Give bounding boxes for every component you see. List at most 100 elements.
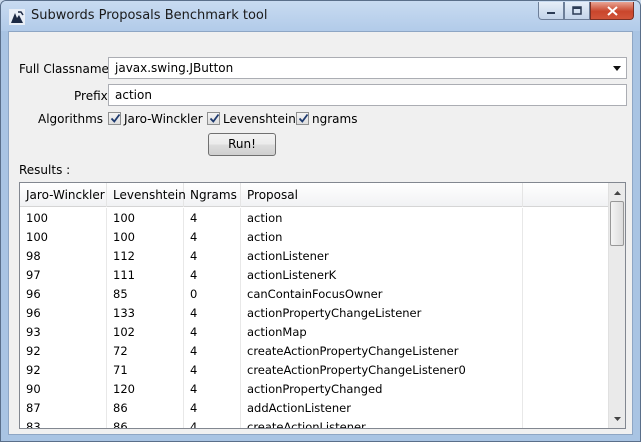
levenshtein-cell: 86 [107, 398, 184, 417]
jaro-winckler-cell: 92 [20, 360, 107, 379]
empty-cell [523, 303, 609, 322]
scroll-down-button[interactable] [609, 410, 625, 427]
checkmark-icon [110, 113, 121, 123]
checkbox-jaro-winckler[interactable] [108, 112, 121, 125]
arrow-down-icon [613, 416, 621, 421]
empty-cell [523, 227, 609, 246]
proposal-cell: addActionListener [241, 398, 523, 417]
jaro-winckler-cell: 98 [20, 246, 107, 265]
classname-combobox[interactable]: javax.swing.JButton [108, 57, 627, 79]
ngrams-cell: 4 [184, 398, 241, 417]
table-row[interactable]: 92 72 4 createActionPropertyChangeListener [20, 341, 609, 360]
levenshtein-cell: 133 [107, 303, 184, 322]
table-row[interactable]: 100 100 4 action [20, 227, 609, 246]
empty-cell [523, 341, 609, 360]
empty-cell [523, 322, 609, 341]
table-row[interactable]: 92 71 4 createActionPropertyChangeListener0 [20, 360, 609, 379]
column-header-proposal[interactable]: Proposal [241, 183, 523, 207]
table-row[interactable]: 90 120 4 actionPropertyChanged [20, 379, 609, 398]
proposal-cell: createActionPropertyChangeListener0 [241, 360, 523, 379]
levenshtein-cell: 100 [107, 208, 184, 227]
proposal-cell: actionListenerK [241, 265, 523, 284]
jaro-winckler-cell: 93 [20, 322, 107, 341]
jaro-winckler-cell: 100 [20, 227, 107, 246]
proposal-cell: actionMap [241, 322, 523, 341]
levenshtein-cell: 111 [107, 265, 184, 284]
table-row[interactable]: 98 112 4 actionListener [20, 246, 609, 265]
table-row[interactable]: 96 133 4 actionPropertyChangeListener [20, 303, 609, 322]
minimize-button[interactable] [538, 2, 564, 20]
scrollbar-thumb[interactable] [610, 201, 624, 246]
table-row[interactable]: 93 102 4 actionMap [20, 322, 609, 341]
chevron-down-icon[interactable] [613, 66, 621, 71]
arrow-up-icon [613, 190, 621, 195]
ngrams-cell: 4 [184, 379, 241, 398]
checkmark-icon [209, 113, 220, 123]
ngrams-cell: 0 [184, 284, 241, 303]
prefix-input[interactable]: action [108, 84, 627, 106]
ngrams-cell: 4 [184, 303, 241, 322]
levenshtein-cell: 71 [107, 360, 184, 379]
ngrams-label[interactable]: ngrams [312, 112, 357, 126]
levenshtein-cell: 72 [107, 341, 184, 360]
ngrams-cell: 4 [184, 208, 241, 227]
jaro-winckler-cell: 87 [20, 398, 107, 417]
table-body: 100 100 4 action 100 100 4 action 98 112 4 actionLi… [20, 208, 609, 428]
table-header: Jaro-Winckler Levenshtein Ngrams Proposa… [20, 183, 609, 207]
maximize-button[interactable] [564, 2, 590, 20]
column-header-jaro-winckler[interactable]: Jaro-Winckler [20, 183, 107, 207]
java-icon [9, 9, 25, 25]
levenshtein-label[interactable]: Levenshtein [223, 112, 296, 126]
levenshtein-cell: 112 [107, 246, 184, 265]
proposal-cell: createActionListener [241, 417, 523, 428]
checkmark-icon [298, 113, 309, 123]
checkbox-levenshtein[interactable] [207, 112, 220, 125]
proposal-cell: action [241, 208, 523, 227]
close-button[interactable] [590, 2, 634, 20]
run-button[interactable]: Run! [208, 133, 276, 156]
jaro-winckler-label[interactable]: Jaro-Winckler [124, 112, 203, 126]
ngrams-cell: 4 [184, 227, 241, 246]
checkbox-ngrams[interactable] [296, 112, 309, 125]
minimize-icon [547, 11, 555, 14]
results-table[interactable]: Jaro-Winckler Levenshtein Ngrams Proposa… [19, 182, 626, 429]
column-header-empty [523, 183, 609, 207]
levenshtein-cell: 102 [107, 322, 184, 341]
table-row[interactable]: 87 86 4 addActionListener [20, 398, 609, 417]
jaro-winckler-cell: 97 [20, 265, 107, 284]
proposal-cell: action [241, 227, 523, 246]
jaro-winckler-cell: 96 [20, 303, 107, 322]
ngrams-cell: 4 [184, 246, 241, 265]
jaro-winckler-cell: 100 [20, 208, 107, 227]
levenshtein-cell: 85 [107, 284, 184, 303]
levenshtein-cell: 86 [107, 417, 184, 428]
title-bar[interactable]: Subwords Proposals Benchmark tool [1, 1, 640, 31]
app-window: Subwords Proposals Benchmark tool Full C… [0, 0, 641, 442]
scroll-up-button[interactable] [609, 184, 625, 201]
main-panel: Full Classname : javax.swing.JButton Pre… [8, 31, 633, 435]
vertical-scrollbar[interactable] [608, 183, 625, 428]
ngrams-cell: 4 [184, 322, 241, 341]
table-row[interactable]: 100 100 4 action [20, 208, 609, 227]
close-icon [606, 5, 618, 16]
levenshtein-cell: 120 [107, 379, 184, 398]
ngrams-cell: 4 [184, 265, 241, 284]
empty-cell [523, 398, 609, 417]
column-header-levenshtein[interactable]: Levenshtein [107, 183, 186, 207]
table-row[interactable]: 96 85 0 canContainFocusOwner [20, 284, 609, 303]
algorithms-label: Algorithms : [38, 112, 111, 126]
proposal-cell: createActionPropertyChangeListener [241, 341, 523, 360]
window-title: Subwords Proposals Benchmark tool [31, 8, 268, 23]
jaro-winckler-cell: 90 [20, 379, 107, 398]
classname-label: Full Classname : [19, 62, 117, 76]
table-row[interactable]: 83 86 4 createActionListener [20, 417, 609, 428]
proposal-cell: actionPropertyChanged [241, 379, 523, 398]
maximize-icon [572, 6, 582, 15]
empty-cell [523, 379, 609, 398]
empty-cell [523, 360, 609, 379]
column-header-ngrams[interactable]: Ngrams [184, 183, 241, 207]
table-row[interactable]: 97 111 4 actionListenerK [20, 265, 609, 284]
proposal-cell: canContainFocusOwner [241, 284, 523, 303]
proposal-cell: actionListener [241, 246, 523, 265]
empty-cell [523, 208, 609, 227]
